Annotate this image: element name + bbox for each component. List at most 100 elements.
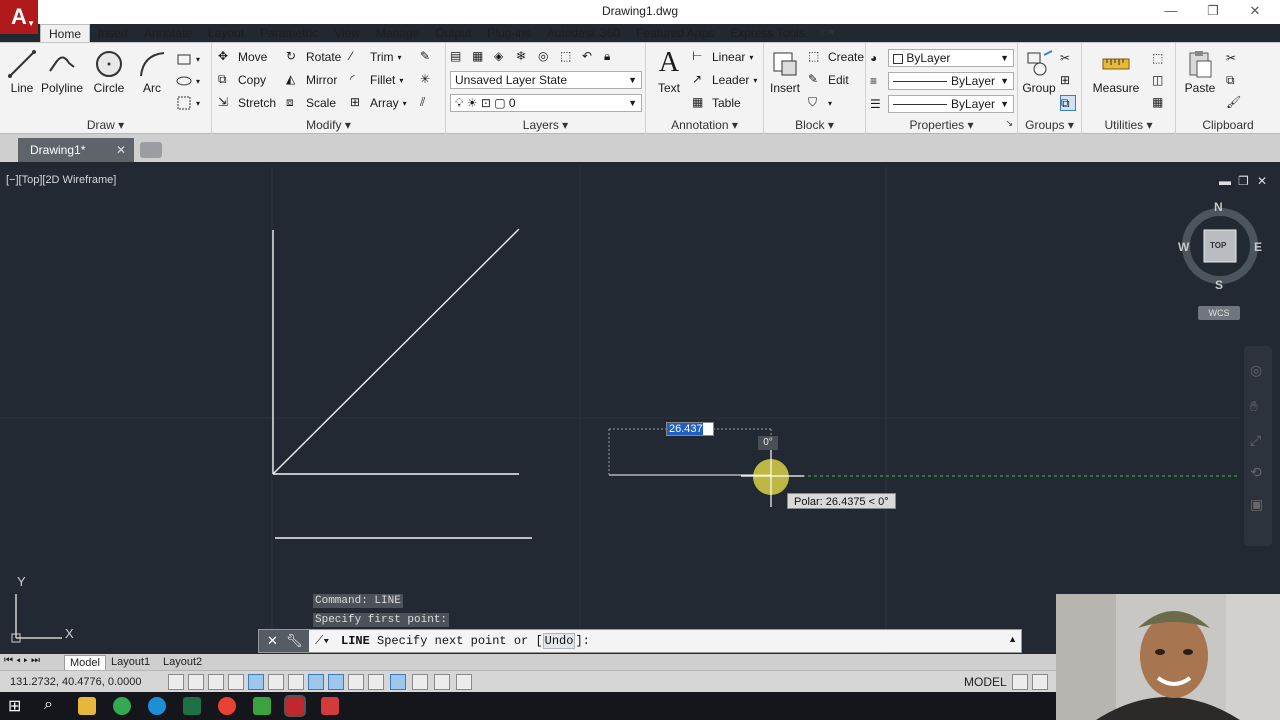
infer-constraints-icon[interactable] — [168, 674, 184, 690]
viewport-restore-icon[interactable]: ❐ — [1238, 174, 1249, 188]
quick-view-drawings-icon[interactable] — [1032, 674, 1048, 690]
dynamic-angle-input[interactable]: 0° — [758, 436, 778, 450]
draw-panel-title[interactable]: Draw ▾ — [0, 118, 211, 132]
stretch-button[interactable]: ⇲ Stretch — [218, 95, 276, 111]
annotation-monitor-icon[interactable] — [456, 674, 472, 690]
scale-button[interactable]: ⧈ Scale — [286, 95, 336, 111]
close-command-icon[interactable]: ✕ — [267, 633, 278, 649]
group-button[interactable]: Group — [1020, 49, 1058, 95]
maximize-button[interactable]: ❐ — [1192, 0, 1234, 24]
trim-button[interactable]: ⁄ Trim ▾ — [350, 49, 402, 65]
search-icon[interactable]: ⌕ — [44, 696, 53, 714]
steering-wheel-icon[interactable]: ◎ — [1250, 362, 1262, 379]
polyline-tool-button[interactable]: Polyline — [40, 49, 84, 95]
model-space-toggle[interactable]: MODEL — [964, 675, 1007, 689]
viewcube-top-face[interactable]: TOP — [1210, 241, 1226, 250]
file-tab-drawing1[interactable]: Drawing1* ✕ — [18, 138, 134, 162]
tab-home[interactable]: Home — [40, 24, 91, 42]
new-tab-button[interactable] — [140, 142, 162, 158]
object-snap-icon[interactable] — [268, 674, 284, 690]
tab-model[interactable]: Model — [64, 655, 106, 670]
dynamic-length-input[interactable]: 26.4375 — [666, 422, 714, 436]
layer-isolate-icon[interactable]: ◈ — [494, 49, 510, 65]
measure-button[interactable]: Measure — [1088, 49, 1144, 95]
3d-object-snap-icon[interactable] — [288, 674, 304, 690]
tab-navigation-arrows[interactable]: ⏮◂▸⏭ — [4, 655, 43, 666]
tab-layout2[interactable]: Layout2 — [158, 655, 207, 670]
linear-dimension-button[interactable]: ⊢ Linear ▾ — [692, 49, 753, 65]
command-history-toggle-icon[interactable]: ▲ — [1008, 634, 1017, 644]
viewport-minimize-icon[interactable]: ▬ — [1219, 174, 1231, 188]
paste-button[interactable]: Paste — [1180, 49, 1220, 95]
lineweight-dropdown[interactable]: ByLayer ▼ — [888, 72, 1014, 90]
chrome-alt-icon[interactable] — [218, 697, 236, 715]
compass-west-label[interactable]: W — [1178, 240, 1189, 254]
arc-tool-button[interactable]: Arc — [134, 49, 170, 95]
transparency-icon[interactable] — [390, 674, 406, 690]
utilities-panel-title[interactable]: Utilities ▾ — [1082, 118, 1175, 132]
dynamic-input-icon[interactable] — [348, 674, 364, 690]
linetype-icon[interactable]: ☰ — [870, 97, 886, 113]
pan-hand-icon[interactable]: ✋︎ — [1250, 398, 1258, 415]
application-menu-button[interactable]: A ▼ — [0, 0, 38, 34]
compass-east-label[interactable]: E — [1254, 240, 1262, 254]
command-line[interactable]: ✕ 🔧︎ ⟋▾ LINE Specify next point or [Undo… — [258, 629, 1022, 653]
lineweight-icon[interactable]: ≡ — [870, 74, 886, 90]
fillet-button[interactable]: ◜ Fillet ▾ — [350, 72, 403, 88]
tab-output[interactable]: Output — [427, 24, 479, 42]
wcs-menu[interactable]: WCS — [1198, 306, 1240, 320]
viewport-controls-label[interactable]: [−][Top][2D Wireframe] — [6, 174, 116, 186]
undo-option[interactable]: Undo — [542, 633, 576, 649]
excel-icon[interactable] — [183, 697, 201, 715]
layer-state-dropdown[interactable]: Unsaved Layer State ▼ — [450, 71, 642, 89]
leader-button[interactable]: ↗ Leader ▾ — [692, 72, 757, 88]
copy-button[interactable]: ⧉ Copy — [218, 72, 266, 88]
copy-clip-icon[interactable]: ⧉ — [1226, 73, 1242, 89]
text-tool-button[interactable]: A Text — [652, 47, 686, 95]
windows-start-icon[interactable]: ⊞ — [8, 696, 21, 716]
tab-parametric[interactable]: Parametric — [252, 24, 326, 42]
layer-dropdown[interactable]: 💡︎ ☀ ⊡ ▢ 0 ▼ — [450, 94, 642, 112]
match-properties-brush-icon[interactable]: 🖌︎ — [1226, 95, 1242, 111]
tab-manage[interactable]: Manage — [368, 24, 427, 42]
rotate-button[interactable]: ↻ Rotate — [286, 49, 341, 65]
close-tab-icon[interactable]: ✕ — [116, 138, 126, 162]
linetype-dropdown[interactable]: ByLayer ▼ — [888, 95, 1014, 113]
ungroup-icon[interactable]: ✂ — [1060, 51, 1076, 67]
tab-layout[interactable]: Layout — [200, 24, 252, 42]
compass-north-label[interactable]: N — [1214, 200, 1223, 214]
insert-block-button[interactable]: Insert — [768, 49, 802, 95]
chrome-icon[interactable] — [113, 697, 131, 715]
edit-block-button[interactable]: ✎ Edit — [808, 72, 849, 88]
mirror-button[interactable]: ◭ Mirror — [286, 72, 337, 88]
layer-lock-icon[interactable]: 🔒︎ — [604, 49, 620, 65]
block-panel-title[interactable]: Block ▾ — [764, 118, 865, 132]
drawing-viewport[interactable]: [−][Top][2D Wireframe] ▬ ❐ ✕ — [0, 166, 1280, 654]
properties-panel-title[interactable]: Properties ▾ ↘ — [866, 118, 1017, 132]
snap-mode-icon[interactable] — [188, 674, 204, 690]
autocad-taskbar-icon[interactable] — [284, 695, 306, 717]
annotation-panel-title[interactable]: Annotation ▾ — [646, 118, 763, 132]
tab-view[interactable]: View — [326, 24, 368, 42]
group-edit-icon[interactable]: ⊞ — [1060, 73, 1076, 89]
select-all-icon[interactable]: ◫ — [1152, 73, 1168, 89]
table-button[interactable]: ▦ Table — [692, 95, 741, 111]
command-prompt[interactable]: LINE Specify next point or [Undo]: — [341, 633, 590, 649]
hatch-tool-button[interactable]: ▾ — [176, 95, 200, 111]
color-dropdown[interactable]: ByLayer ▼ — [888, 49, 1014, 67]
line-tool-button[interactable]: Line — [4, 49, 40, 95]
ellipse-tool-button[interactable]: ▾ — [176, 73, 200, 89]
viewcube[interactable]: N S E W TOP — [1178, 200, 1262, 292]
app-green-icon[interactable] — [253, 697, 271, 715]
match-properties-icon[interactable]: ◕ — [870, 51, 886, 67]
quick-properties-icon[interactable] — [412, 674, 428, 690]
customize-wrench-icon[interactable]: 🔧︎ — [286, 633, 303, 649]
compass-south-label[interactable]: S — [1215, 278, 1223, 292]
grid-display-icon[interactable] — [208, 674, 224, 690]
circle-tool-button[interactable]: Circle — [88, 49, 130, 95]
orbit-icon[interactable]: ⟲ — [1250, 464, 1262, 481]
tab-annotate[interactable]: Annotate — [136, 24, 200, 42]
polar-tracking-icon[interactable] — [248, 674, 264, 690]
quick-view-layouts-icon[interactable] — [1012, 674, 1028, 690]
layer-walk-icon[interactable]: ◎ — [538, 49, 554, 65]
